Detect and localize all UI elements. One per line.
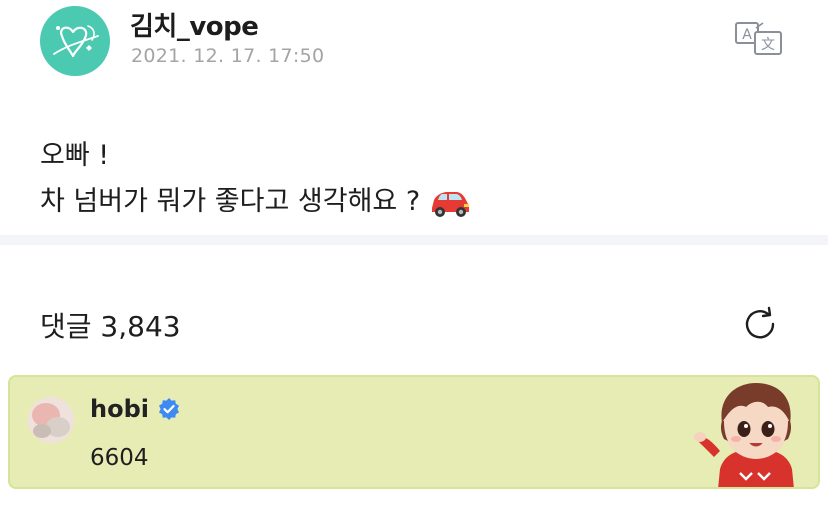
post-body: 오빠 ! 차 넘버가 뭐가 좋다고 생각해요 ? — [40, 133, 472, 225]
post-body-line: 차 넘버가 뭐가 좋다고 생각해요 ? — [40, 179, 472, 225]
post-body-line: 오빠 ! — [40, 133, 472, 179]
car-emoji-icon — [428, 184, 472, 220]
refresh-button[interactable] — [740, 304, 780, 344]
heart-logo-icon — [53, 25, 99, 58]
post-text-line-1: 오빠 ! — [40, 140, 110, 171]
commenter-avatar[interactable] — [28, 397, 74, 443]
post-header: 김치_vope 2021. 12. 17. 17:50 A 文 — [0, 0, 828, 80]
post-timestamp: 2021. 12. 17. 17:50 — [131, 45, 325, 67]
comments-count-title: 댓글 3,843 — [40, 310, 181, 343]
post-text-line-2: 차 넘버가 뭐가 좋다고 생각해요 ? — [40, 186, 421, 217]
commenter-header: hobi — [90, 395, 181, 423]
comment-text: 6604 — [90, 445, 149, 471]
author-name[interactable]: 김치_vope — [130, 6, 259, 43]
comments-header: 댓글 3,843 — [0, 290, 828, 360]
commenter-name[interactable]: hobi — [90, 395, 149, 423]
translate-button[interactable]: A 文 — [733, 20, 787, 56]
svg-text:A: A — [742, 27, 752, 43]
author-avatar[interactable] — [40, 6, 110, 76]
translate-icon: A 文 — [735, 22, 782, 55]
character-sticker-icon — [690, 377, 818, 487]
refresh-icon — [745, 306, 775, 339]
verified-badge-icon — [158, 398, 179, 420]
svg-text:文: 文 — [761, 37, 775, 53]
section-divider — [0, 235, 828, 245]
highlighted-comment-card[interactable]: hobi 6604 — [8, 375, 820, 489]
